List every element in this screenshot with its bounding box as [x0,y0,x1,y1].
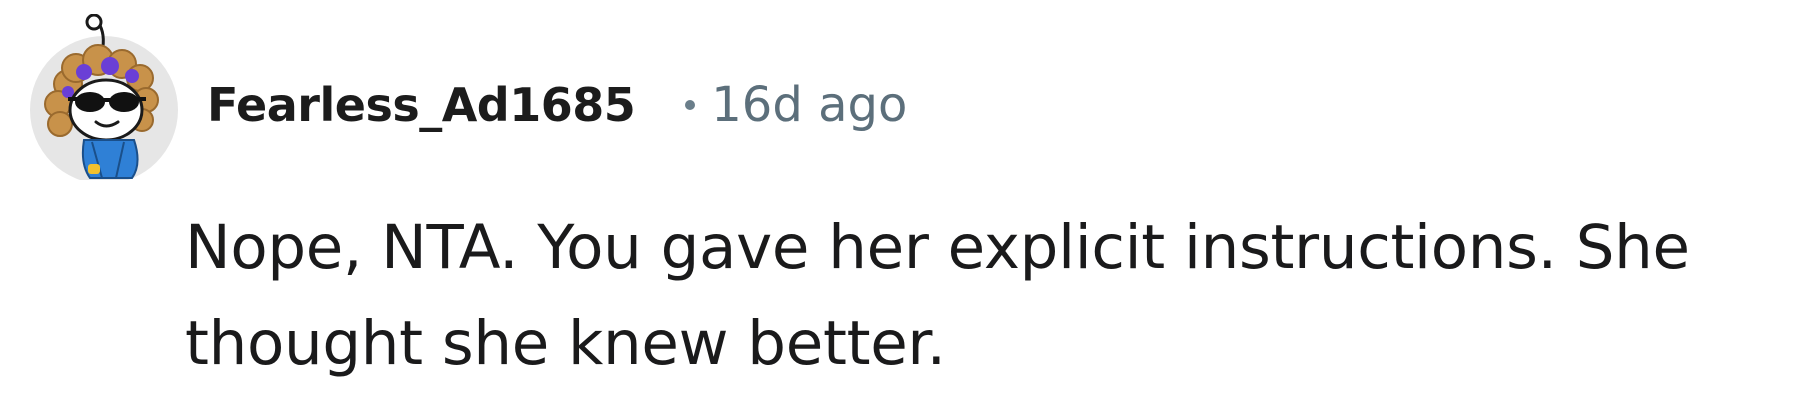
comment-header: Fearless_Ad1685 16d ago [207,72,907,138]
comment-timestamp[interactable]: 16d ago [711,77,907,133]
separator-dot [685,100,696,110]
snoo-avatar-icon [30,13,178,184]
comment-body: Nope, NTA. You gave her explicit instruc… [185,200,1785,392]
username-link[interactable]: Fearless_Ad1685 [207,78,636,132]
comment-body-line: Nope, NTA. You gave her explicit instruc… [185,212,1690,283]
comment: Fearless_Ad1685 16d ago Nope, NTA. You g… [0,0,1815,404]
comment-body-line: thought she knew better. [185,308,946,379]
user-avatar[interactable] [28,13,180,184]
